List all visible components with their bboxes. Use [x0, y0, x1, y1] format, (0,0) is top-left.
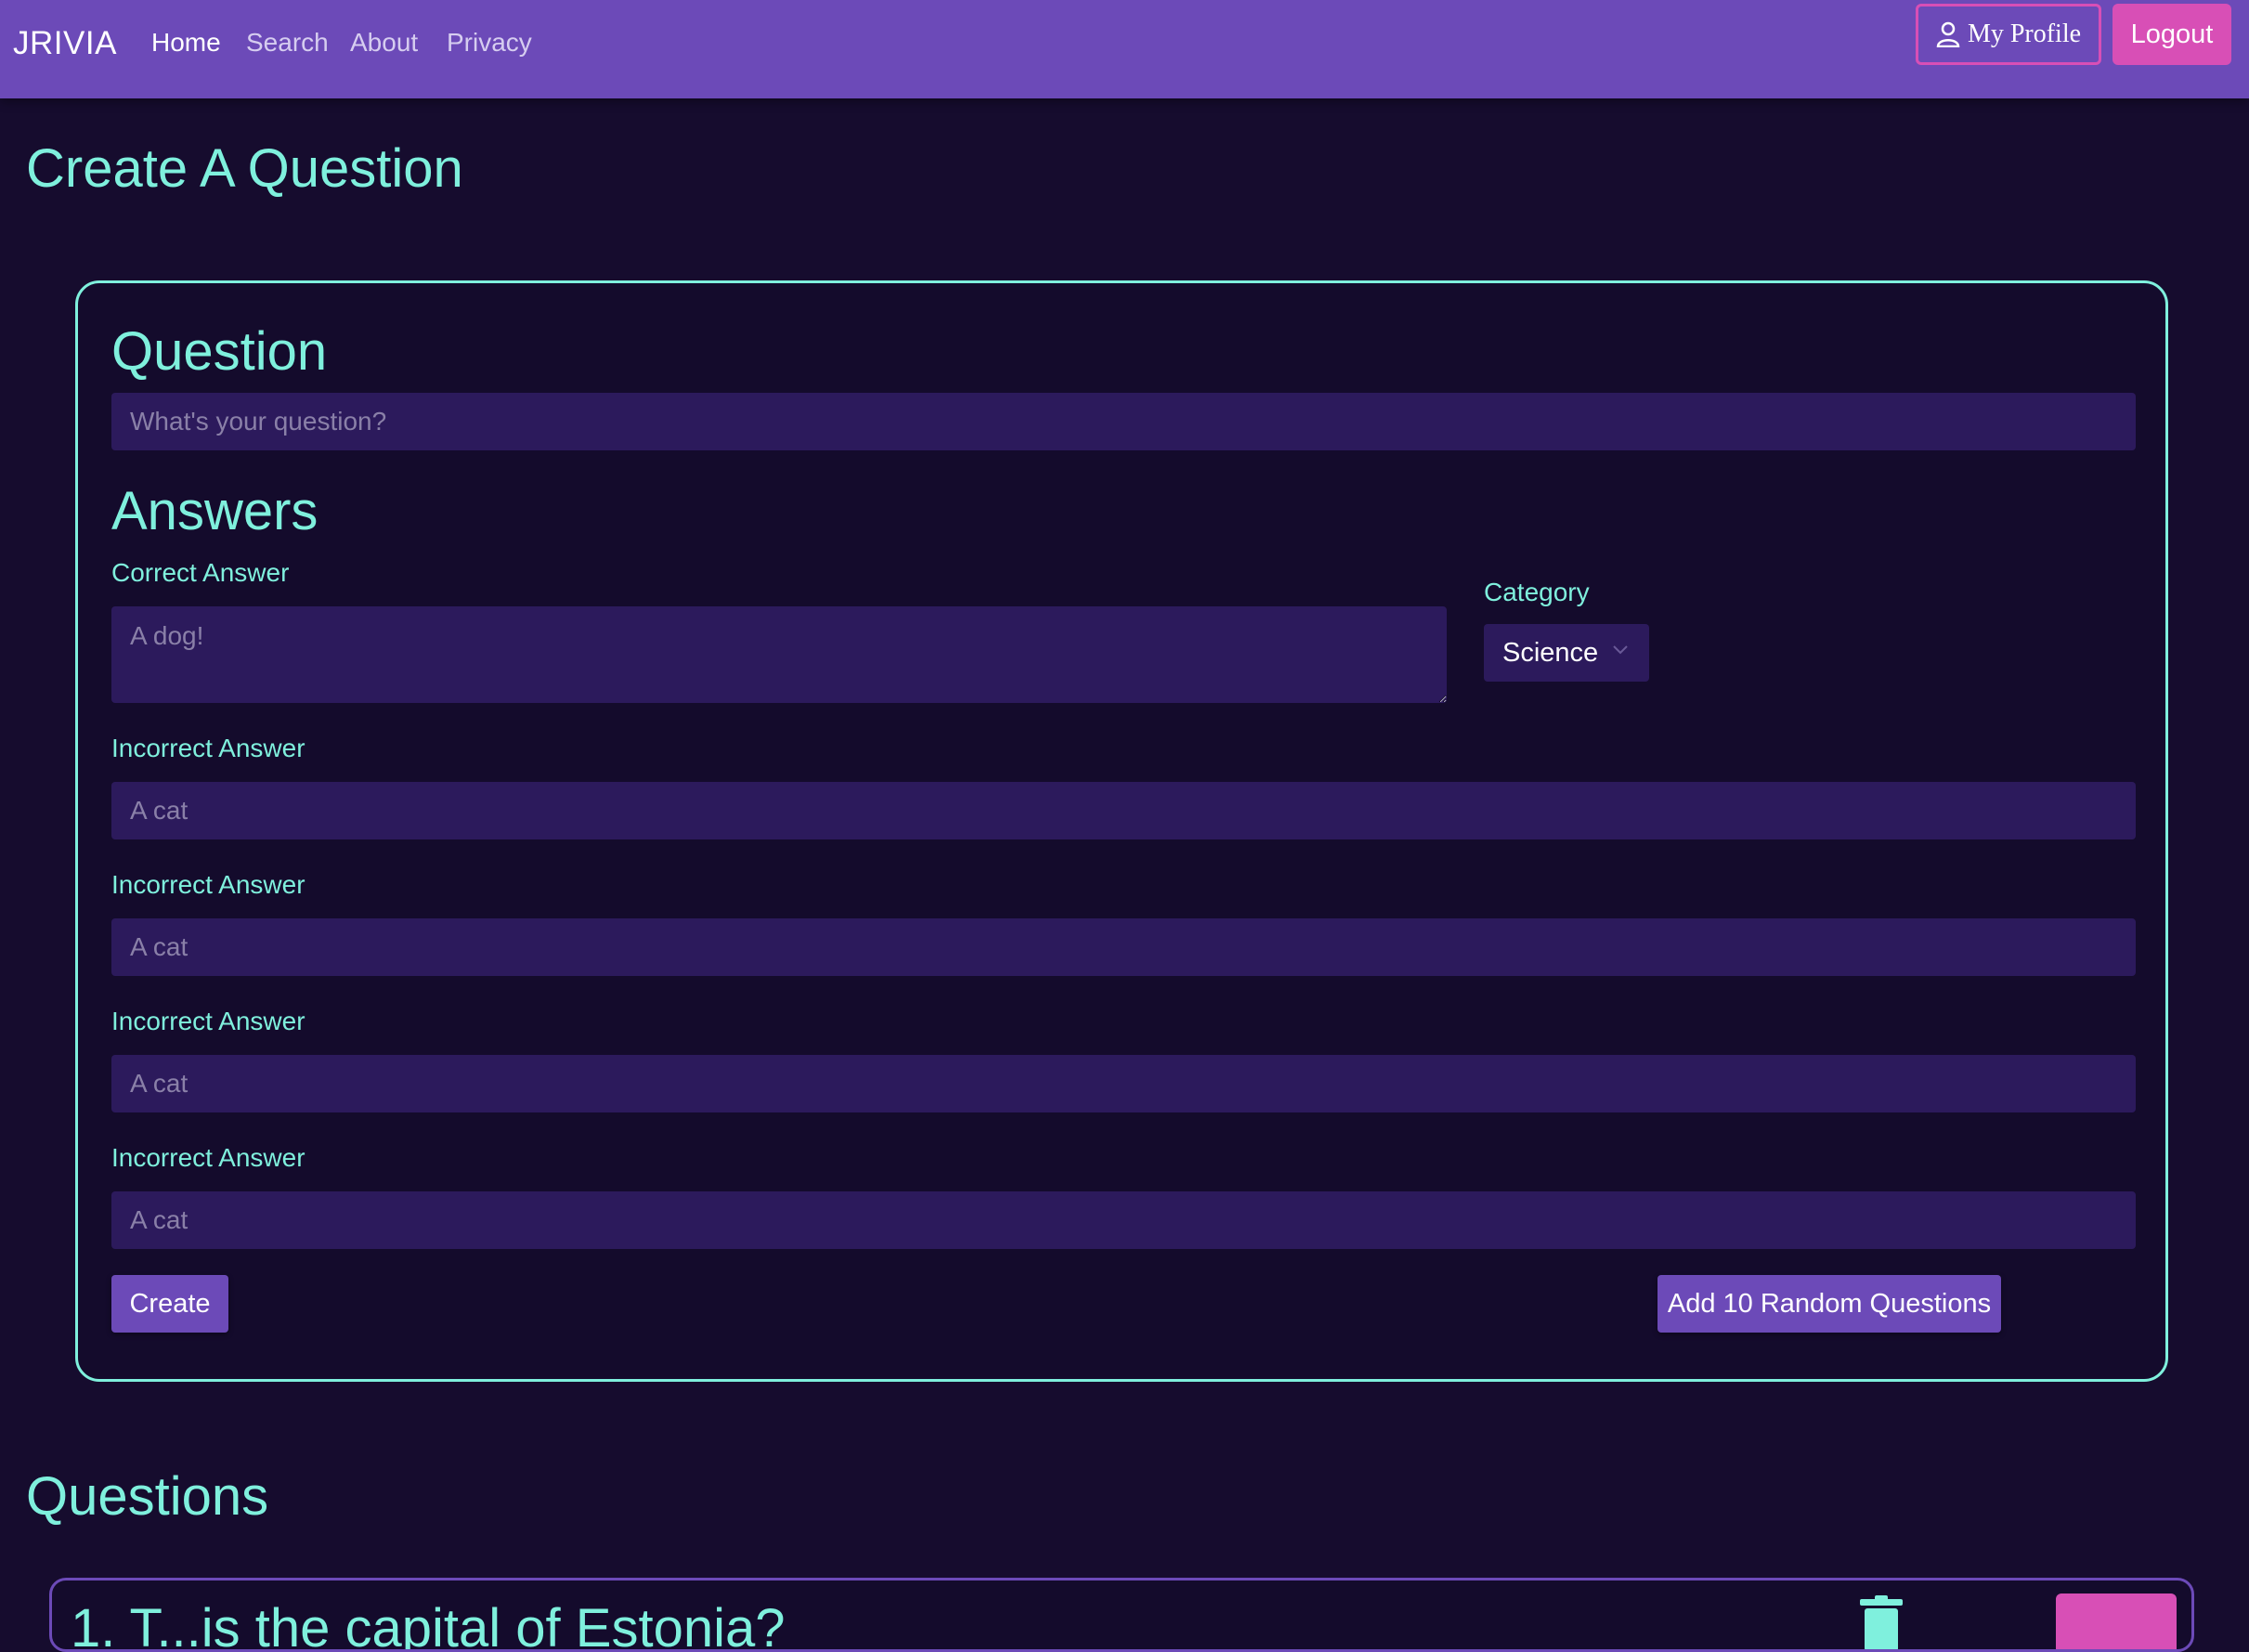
incorrect-answer-label-4: Incorrect Answer [111, 1143, 306, 1172]
navbar: JRIVIA Home Search About Privacy My Prof… [0, 0, 2249, 98]
incorrect-answer-input-3[interactable] [111, 1055, 2136, 1112]
correct-answer-label: Correct Answer [111, 558, 290, 587]
my-profile-label: My Profile [1967, 20, 2082, 48]
category-label: Category [1484, 578, 1590, 606]
category-select[interactable]: Science [1484, 624, 1649, 682]
question-input[interactable] [111, 393, 2136, 450]
add-random-questions-button[interactable]: Add 10 Random Questions [1658, 1275, 2001, 1333]
create-question-form: Question Answers Correct Answer Category… [75, 280, 2168, 1382]
nav-link-about[interactable]: About [350, 28, 418, 58]
chevron-down-icon [1613, 645, 1628, 655]
correct-answer-input[interactable] [111, 606, 1447, 703]
question-heading: Question [111, 321, 328, 382]
create-button[interactable]: Create [111, 1275, 228, 1333]
incorrect-answer-label-2: Incorrect Answer [111, 870, 306, 899]
incorrect-answer-input-1[interactable] [111, 782, 2136, 839]
question-list-item: 1. T...is the capital of Estonia? [49, 1578, 2194, 1652]
question-text: 1. T...is the capital of Estonia? [71, 1598, 786, 1652]
trash-icon[interactable] [1856, 1595, 1906, 1651]
answers-heading: Answers [111, 481, 318, 541]
incorrect-answer-label-1: Incorrect Answer [111, 734, 306, 762]
brand-logo[interactable]: JRIVIA [13, 25, 117, 62]
questions-heading: Questions [26, 1466, 269, 1527]
person-icon [1936, 21, 1960, 47]
incorrect-answer-input-2[interactable] [111, 918, 2136, 976]
question-action-button[interactable] [2056, 1593, 2177, 1649]
logout-button[interactable]: Logout [2112, 4, 2231, 65]
nav-link-search[interactable]: Search [246, 28, 329, 58]
incorrect-answer-input-4[interactable] [111, 1191, 2136, 1249]
nav-link-privacy[interactable]: Privacy [447, 28, 532, 58]
nav-link-home[interactable]: Home [151, 28, 221, 58]
category-selected-value: Science [1502, 637, 1599, 668]
my-profile-button[interactable]: My Profile [1916, 4, 2101, 65]
incorrect-answer-label-3: Incorrect Answer [111, 1007, 306, 1035]
page-title: Create A Question [26, 138, 463, 199]
